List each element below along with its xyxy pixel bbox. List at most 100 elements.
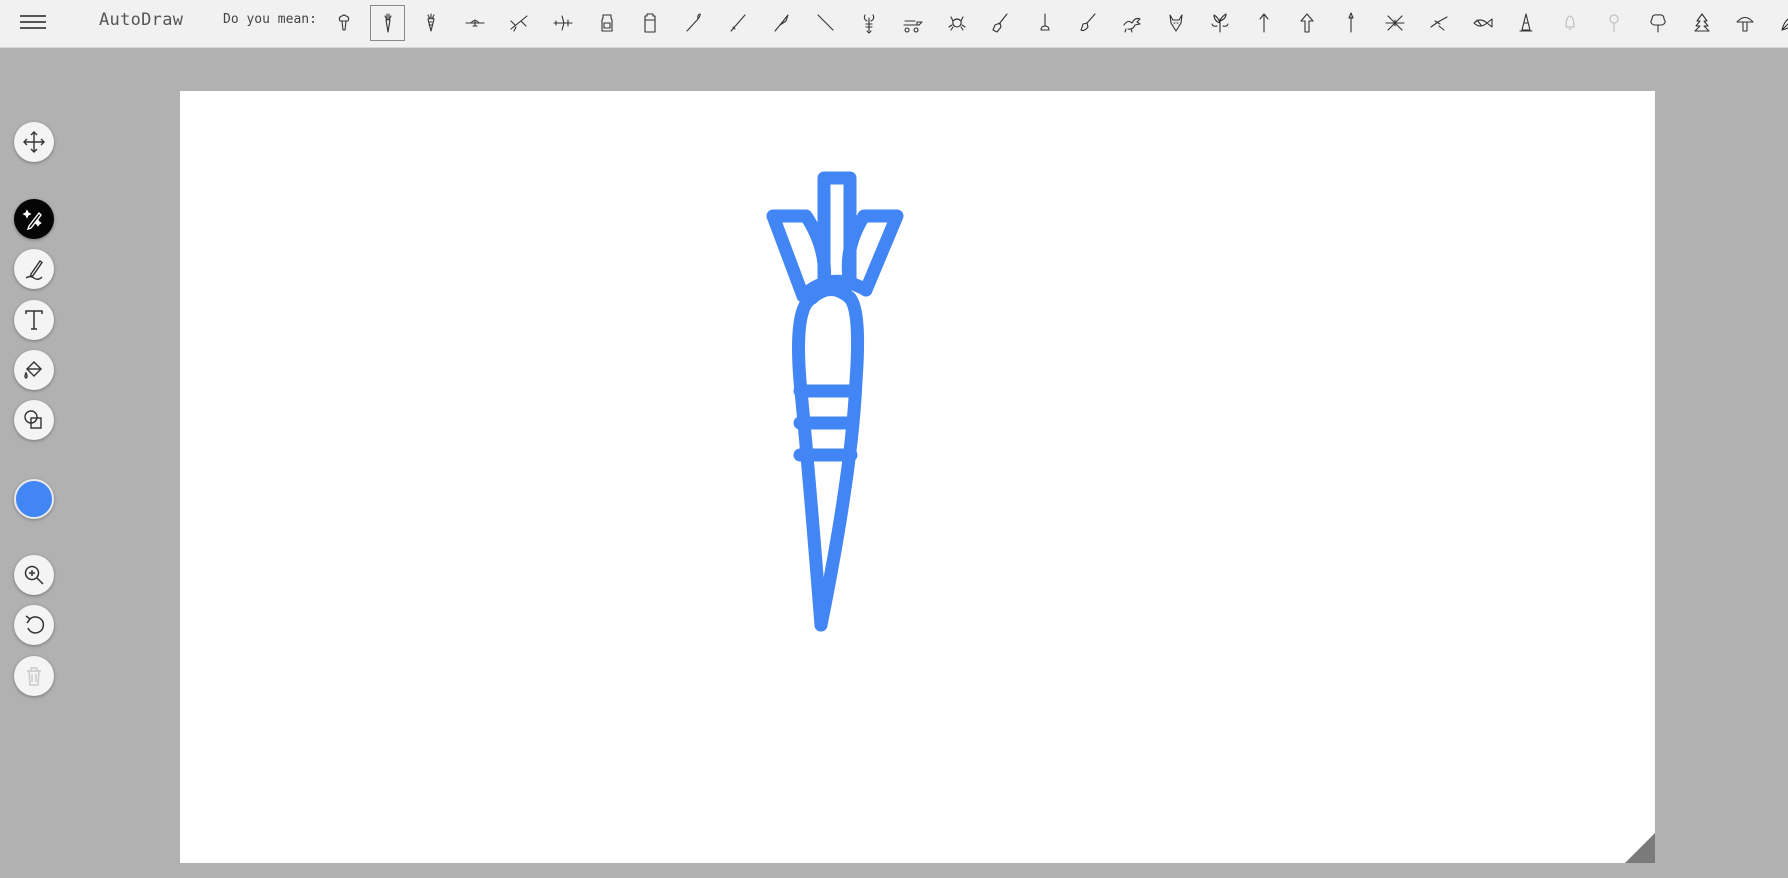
suggestion-frame — [1071, 5, 1106, 41]
suggestion-arrow[interactable] — [1242, 1, 1286, 45]
suggestion-frame — [677, 5, 712, 41]
suggestion-broom[interactable] — [979, 1, 1023, 45]
shape-tool[interactable] — [14, 400, 54, 440]
suggestion-dragon[interactable] — [1110, 1, 1154, 45]
suggestion-pine-tree[interactable] — [1680, 1, 1724, 45]
suggestion-broccoli[interactable] — [322, 1, 366, 45]
suggestion-frame — [852, 5, 887, 41]
suggestion-battery[interactable] — [629, 1, 673, 45]
undo-icon — [25, 615, 45, 634]
suggestion-airplane[interactable] — [497, 1, 541, 45]
app-title: AutoDraw — [99, 10, 184, 30]
fill-tool[interactable] — [14, 350, 54, 390]
paint-bucket-icon — [24, 361, 42, 379]
suggestion-fish[interactable] — [1461, 1, 1505, 45]
broccoli-icon — [338, 14, 350, 31]
bird-icon — [1430, 16, 1448, 31]
suggestion-frame — [1465, 5, 1500, 41]
suggestion-frame — [764, 5, 799, 41]
delete-tool[interactable] — [14, 656, 54, 696]
wand-icon — [817, 14, 834, 31]
suggestion-tree[interactable] — [1636, 1, 1680, 45]
sword-icon — [730, 14, 746, 32]
suggestion-frame — [983, 5, 1018, 41]
suggestion-airplane-front[interactable] — [453, 1, 497, 45]
suggestion-frame — [1334, 5, 1369, 41]
move-tool[interactable] — [14, 122, 54, 162]
text-tool[interactable] — [14, 300, 54, 340]
pine-tree-icon — [1694, 13, 1710, 32]
airplane-front-icon — [465, 19, 485, 27]
suggestion-match[interactable] — [672, 1, 716, 45]
suggestion-arrow-up[interactable] — [1286, 1, 1330, 45]
suggestion-mushroom[interactable] — [1724, 1, 1768, 45]
suggestion-frame — [1684, 5, 1719, 41]
suggestion-knife[interactable] — [760, 1, 804, 45]
suggestion-frame — [1553, 5, 1588, 41]
top-bar: AutoDraw Do you mean: — [0, 0, 1788, 48]
crab-icon — [948, 16, 966, 31]
broom-icon — [992, 13, 1008, 33]
suggestion-frame — [808, 5, 843, 41]
suggestion-crab[interactable] — [935, 1, 979, 45]
suggestion-spider[interactable] — [1373, 1, 1417, 45]
dragon-icon — [1123, 17, 1141, 33]
suggestion-plant[interactable] — [1198, 1, 1242, 45]
suggestion-sword[interactable] — [716, 1, 760, 45]
suggestion-frame — [414, 5, 449, 41]
suggestion-traffic-cone[interactable] — [1505, 1, 1549, 45]
pencil-icon — [25, 260, 43, 280]
zoom-icon — [24, 565, 44, 585]
suggestion-airplane-side[interactable] — [541, 1, 585, 45]
traffic-cone-icon — [1519, 13, 1533, 32]
fish-icon — [1473, 18, 1493, 28]
lobster-icon — [864, 14, 875, 34]
lollipop-icon — [1609, 14, 1619, 33]
suggestion-lobster[interactable] — [848, 1, 892, 45]
suggestion-frame — [1772, 5, 1788, 41]
battery-icon — [644, 13, 657, 33]
plunger-icon — [1040, 13, 1050, 31]
suggestion-bird[interactable] — [1417, 1, 1461, 45]
hamburger-menu-icon[interactable] — [20, 11, 46, 33]
match-icon — [686, 13, 702, 32]
suggestion-wand[interactable] — [804, 1, 848, 45]
paintbrush-icon — [1080, 13, 1096, 32]
arrow-up-icon — [1300, 13, 1314, 33]
suggestion-frame — [545, 5, 580, 41]
suggestion-frame — [940, 5, 975, 41]
suggestion-lollipop[interactable] — [1592, 1, 1636, 45]
suggestion-carrot[interactable] — [366, 1, 410, 45]
jar-icon — [601, 14, 613, 32]
undo-tool[interactable] — [14, 605, 54, 645]
autodraw-tool[interactable] — [14, 199, 54, 239]
suggestion-spear[interactable] — [1329, 1, 1373, 45]
suggestion-frame — [1378, 5, 1413, 41]
carrot-icon — [384, 13, 392, 33]
suggestion-frame — [589, 5, 624, 41]
suggestion-frame — [633, 5, 668, 41]
suggestion-frame — [1640, 5, 1675, 41]
draw-tool[interactable] — [14, 249, 54, 289]
suggestion-frame — [1728, 5, 1763, 41]
suggestion-jar[interactable] — [585, 1, 629, 45]
suggestion-plunger[interactable] — [1023, 1, 1067, 45]
suggestion-frame — [502, 5, 537, 41]
suggestion-strip — [322, 1, 1788, 45]
mushroom-icon — [1736, 16, 1754, 32]
suggestion-leaf[interactable] — [1767, 1, 1788, 45]
color-picker[interactable] — [14, 479, 54, 519]
shapes-icon — [24, 410, 42, 429]
canvas-resize-handle[interactable] — [1625, 833, 1655, 863]
carrot-drawing — [766, 171, 904, 632]
suggestion-paintbrush[interactable] — [1067, 1, 1111, 45]
suggestion-wolf-head[interactable] — [1154, 1, 1198, 45]
drawing-canvas[interactable] — [180, 91, 1655, 863]
magic-pen-icon — [22, 209, 42, 231]
suggestion-bell[interactable] — [1548, 1, 1592, 45]
zoom-tool[interactable] — [14, 555, 54, 595]
spear-icon — [1348, 12, 1354, 33]
spider-icon — [1385, 15, 1405, 31]
suggestion-truck[interactable] — [891, 1, 935, 45]
suggestion-carrot-alt[interactable] — [410, 1, 454, 45]
